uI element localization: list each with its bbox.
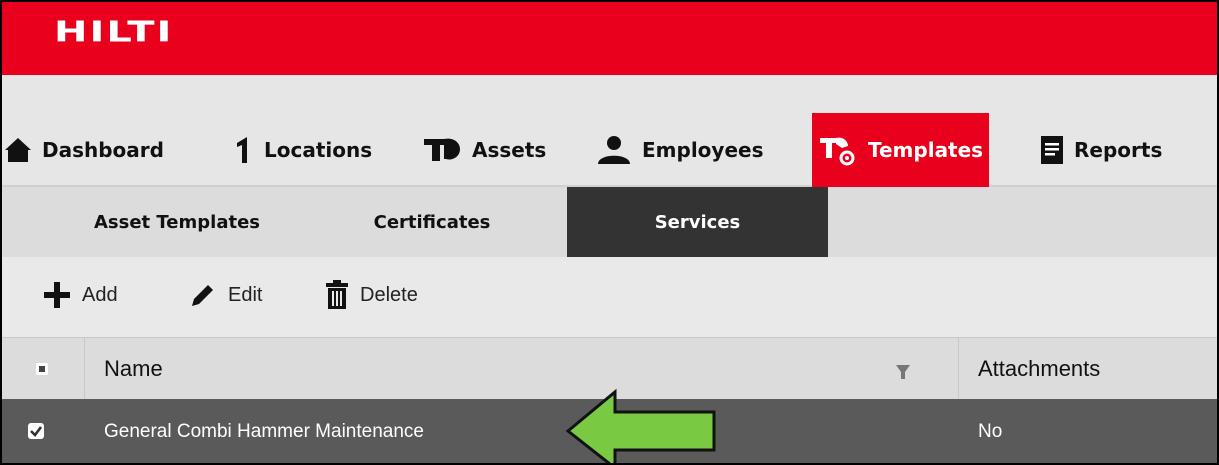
edit-button-label: Edit — [228, 283, 263, 306]
column-name-label: Name — [104, 356, 163, 381]
delete-button-label: Delete — [360, 283, 418, 306]
tab-services-label: Services — [654, 211, 741, 233]
tab-certificates-label: Certificates — [373, 211, 491, 233]
grid-toolbar: Add Edit Delete — [2, 257, 1217, 337]
hilti-logo: HILTI — [54, 16, 174, 49]
nav-employees[interactable]: Employees — [596, 113, 763, 187]
tool-icon — [422, 135, 462, 165]
report-icon — [1040, 135, 1064, 165]
nav-employees-label: Employees — [642, 138, 764, 162]
main-navigation: Dashboard Locations Assets Employees Tem — [2, 75, 1217, 187]
templates-icon — [818, 134, 858, 166]
delete-button[interactable]: Delete — [324, 279, 418, 311]
select-all-checkbox[interactable] — [36, 363, 48, 375]
add-button-label: Add — [82, 283, 118, 306]
column-attachments-label: Attachments — [978, 356, 1101, 381]
nav-templates-label: Templates — [868, 138, 984, 162]
subnavigation: Asset Templates Certificates Services — [2, 187, 1217, 257]
column-name-header[interactable]: Name — [84, 338, 959, 400]
nav-locations-label: Locations — [264, 138, 373, 162]
home-icon — [4, 137, 32, 163]
tab-services[interactable]: Services — [567, 187, 828, 257]
nav-assets[interactable]: Assets — [422, 113, 546, 187]
row-attachments-cell: No — [978, 421, 1003, 442]
app-frame: HILTI Dashboard Locations Assets Employe… — [0, 0, 1219, 465]
location-pin-icon — [234, 135, 254, 165]
nav-dashboard[interactable]: Dashboard — [4, 113, 164, 187]
nav-locations[interactable]: Locations — [234, 113, 372, 187]
add-button[interactable]: Add — [42, 279, 118, 311]
nav-templates[interactable]: Templates — [812, 113, 990, 187]
trash-icon — [324, 280, 350, 310]
filter-icon[interactable] — [895, 364, 911, 385]
row-checkbox[interactable] — [28, 423, 44, 439]
tab-asset-templates[interactable]: Asset Templates — [52, 187, 302, 257]
tab-asset-templates-label: Asset Templates — [93, 211, 261, 233]
brand-header: HILTI — [2, 2, 1217, 75]
edit-button[interactable]: Edit — [188, 279, 262, 311]
person-icon — [596, 135, 632, 165]
nav-dashboard-label: Dashboard — [42, 138, 164, 162]
tab-certificates[interactable]: Certificates — [332, 187, 532, 257]
pencil-icon — [188, 280, 218, 310]
row-name-cell: General Combi Hammer Maintenance — [104, 421, 424, 442]
plus-icon — [42, 280, 72, 310]
nav-reports-label: Reports — [1074, 138, 1163, 162]
arrow-left-icon — [565, 388, 716, 463]
select-all-cell — [2, 338, 85, 400]
column-attachments-header[interactable]: Attachments — [958, 338, 1217, 400]
nav-assets-label: Assets — [472, 138, 547, 162]
nav-reports[interactable]: Reports — [1040, 113, 1162, 187]
